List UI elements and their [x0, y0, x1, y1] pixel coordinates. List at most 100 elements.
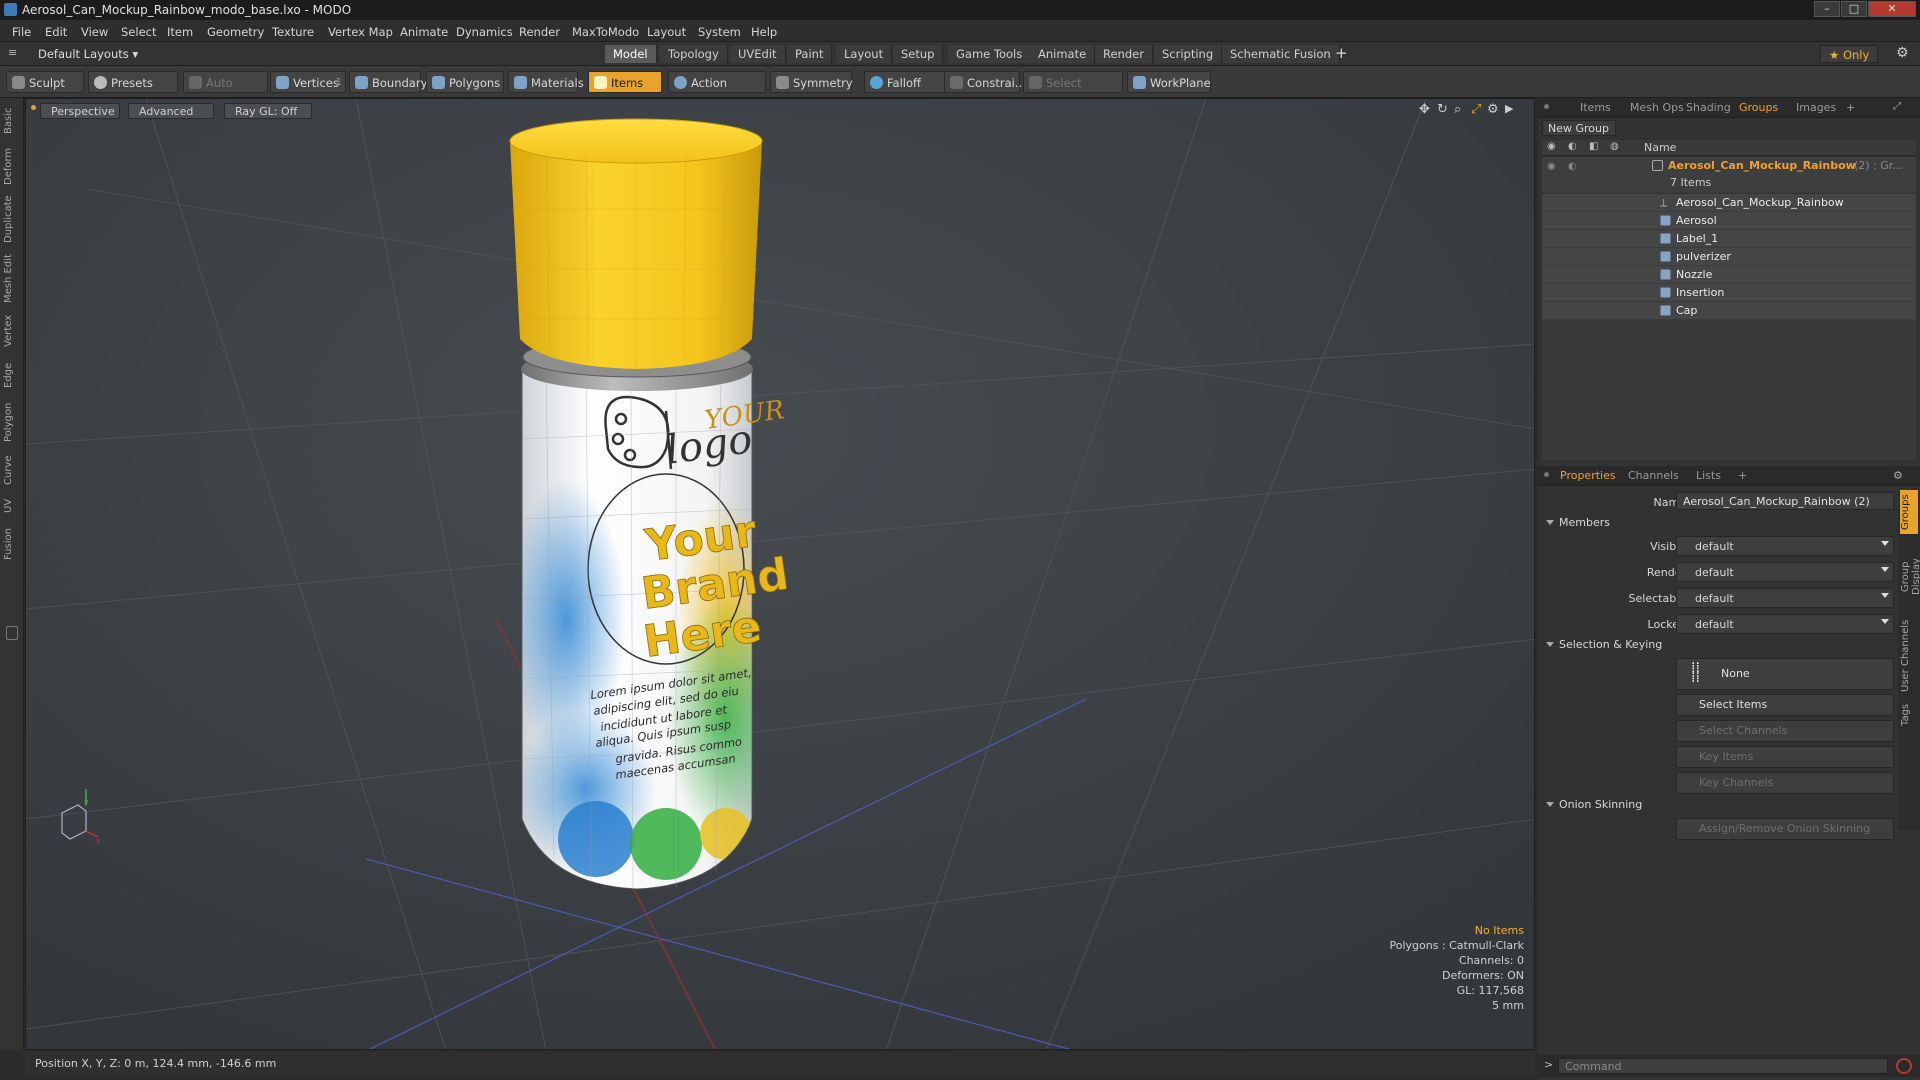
polygons-button[interactable]: Polygons [426, 71, 504, 93]
add-tab-button[interactable]: + [1335, 44, 1348, 62]
tree-item-cap[interactable]: Cap [1542, 302, 1916, 320]
sculpt-button[interactable]: Sculpt [6, 71, 84, 93]
items-button[interactable]: Items [588, 71, 662, 93]
menu-render[interactable]: Render [519, 25, 560, 39]
tab-model[interactable]: Model [605, 45, 657, 63]
side-tab-user-channels[interactable]: User Channels [1900, 618, 1918, 694]
tab-lists[interactable]: Lists [1696, 469, 1721, 482]
select-through-button[interactable]: Select Through [1023, 71, 1123, 112]
raygl-toggle[interactable]: Ray GL: Off [224, 103, 312, 119]
panel-menu-dot[interactable] [1544, 104, 1549, 109]
layout-gear-icon[interactable]: ⚙ [1896, 45, 1909, 61]
presets-button[interactable]: Presets [88, 71, 178, 93]
column-render-icon[interactable]: ◐ [1568, 141, 1577, 152]
group-render-icon[interactable]: ◐ [1568, 161, 1577, 172]
auto-select-button[interactable]: Auto Select [183, 71, 268, 112]
properties-gear-icon[interactable]: ⚙ [1893, 469, 1903, 482]
select-items-button[interactable]: Select Items [1676, 694, 1894, 716]
tab-paint[interactable]: Paint [787, 45, 833, 63]
tree-item-mockup-root[interactable]: ⟂ Aerosol_Can_Mockup_Rainbow [1542, 194, 1916, 212]
command-stop-icon[interactable] [1896, 1058, 1912, 1074]
tab-items[interactable]: Items [1580, 101, 1611, 114]
tab-polygon[interactable]: Polygon [3, 400, 21, 444]
constraints-button[interactable]: Constrai... [944, 71, 1026, 93]
tab-mesh-edit[interactable]: Mesh Edit [3, 254, 21, 304]
onion-skinning-section-header[interactable]: Onion Skinning [1542, 798, 1892, 816]
side-tab-tags[interactable]: Tags [1900, 700, 1918, 730]
viewport-move-icon[interactable]: ✥ [1419, 102, 1430, 117]
tab-mesh-ops[interactable]: Mesh Ops [1630, 101, 1684, 114]
tab-properties[interactable]: Properties [1560, 469, 1616, 482]
tab-schematic-fusion[interactable]: Schematic Fusion [1222, 45, 1340, 63]
tab-scripting[interactable]: Scripting [1154, 45, 1223, 63]
new-group-button[interactable]: New Group [1542, 120, 1616, 136]
tab-vertex[interactable]: Vertex [3, 314, 21, 348]
add-properties-tab-button[interactable]: + [1738, 469, 1747, 482]
menu-help[interactable]: Help [751, 25, 777, 39]
menu-maxtomodo[interactable]: MaxToModo [572, 25, 639, 39]
group-visibility-icon[interactable]: ◉ [1547, 161, 1556, 172]
menu-item[interactable]: Item [167, 25, 193, 39]
close-button[interactable]: ✕ [1868, 1, 1916, 17]
members-section-header[interactable]: Members [1542, 516, 1892, 534]
tab-basic[interactable]: Basic [3, 106, 21, 136]
tab-shading[interactable]: Shading [1686, 101, 1731, 114]
column-visibility-icon[interactable]: ◉ [1547, 141, 1556, 152]
selectable-dropdown[interactable]: default [1676, 588, 1894, 608]
shading-dropdown[interactable]: Advanced [128, 103, 214, 119]
falloff-button[interactable]: Falloff [864, 71, 946, 93]
tab-layout[interactable]: Layout [836, 45, 893, 63]
tab-curve[interactable]: Curve [3, 454, 21, 486]
side-tab-groups[interactable]: Groups [1900, 490, 1918, 534]
viewport-rotate-icon[interactable]: ↻ [1437, 102, 1448, 117]
menu-dynamics[interactable]: Dynamics [456, 25, 513, 39]
view-mode-dropdown[interactable]: Perspective [40, 103, 120, 119]
boundary-button[interactable]: Boundary [349, 71, 427, 93]
column-select-icon[interactable]: ◍ [1610, 141, 1619, 152]
tree-item-nozzle[interactable]: Nozzle [1542, 266, 1916, 284]
command-input[interactable] [1558, 1058, 1888, 1074]
default-layouts-dropdown[interactable]: Default Layouts ▾ [38, 47, 138, 61]
tab-duplicate[interactable]: Duplicate [3, 194, 21, 244]
tree-item-insertion[interactable]: Insertion [1542, 284, 1916, 302]
group-name-field[interactable] [1676, 492, 1894, 510]
tab-game-tools[interactable]: Game Tools [948, 45, 1032, 63]
tab-images[interactable]: Images [1796, 101, 1836, 114]
side-tab-group-display[interactable]: Group Display [1900, 542, 1920, 612]
tree-item-aerosol[interactable]: Aerosol [1542, 212, 1916, 230]
group-row[interactable]: ◉ ◐ Aerosol_Can_Mockup_Rainbow (2) : Gr.… [1542, 157, 1916, 193]
menu-layout[interactable]: Layout [647, 25, 686, 39]
column-name-header[interactable]: Name [1644, 141, 1676, 154]
minimize-button[interactable]: – [1814, 1, 1840, 17]
menu-edit[interactable]: Edit [45, 25, 67, 39]
key-items-button[interactable]: Key Items [1676, 746, 1894, 768]
workplane-button[interactable]: WorkPlane [1127, 71, 1211, 93]
menu-animate[interactable]: Animate [400, 25, 448, 39]
column-lock-icon[interactable]: ◧ [1589, 141, 1598, 152]
viewport-zoom-icon[interactable]: ⌕ [1454, 102, 1461, 117]
assign-onion-skinning-button[interactable]: Assign/Remove Onion Skinning [1676, 818, 1894, 840]
viewport-settings-icon[interactable]: ⚙ [1487, 102, 1499, 117]
menu-geometry[interactable]: Geometry [207, 25, 264, 39]
menu-system[interactable]: System [698, 25, 741, 39]
layout-collapse-icon[interactable]: ≡ [8, 46, 17, 59]
tab-uvedit[interactable]: UVEdit [730, 45, 786, 63]
symmetry-button[interactable]: Symmetry [770, 71, 853, 93]
viewport-fit-icon[interactable]: ⤢ [1471, 102, 1481, 117]
locked-dropdown[interactable]: default [1676, 614, 1894, 634]
action-center-button[interactable]: Action Center [668, 71, 766, 112]
vertices-button[interactable]: Vertices 1 [270, 71, 346, 93]
viewport-expand-icon[interactable]: ▶ [1505, 102, 1513, 115]
tab-animate[interactable]: Animate [1030, 45, 1096, 63]
selection-set-none-button[interactable]: ⁞⁞ ⁞⁞ None [1676, 658, 1894, 690]
tab-topology[interactable]: Topology [660, 45, 728, 63]
add-panel-tab-button[interactable]: + [1846, 101, 1855, 114]
key-channels-button[interactable]: Key Channels [1676, 772, 1894, 794]
tab-fusion[interactable]: Fusion [3, 526, 21, 562]
tab-deform[interactable]: Deform [3, 146, 21, 186]
tab-groups[interactable]: Groups [1739, 101, 1778, 114]
tab-uv[interactable]: UV [3, 496, 21, 516]
tab-channels[interactable]: Channels [1628, 469, 1679, 482]
viewport-menu-dot[interactable] [31, 105, 36, 110]
tree-item-label-1[interactable]: Label_1 [1542, 230, 1916, 248]
